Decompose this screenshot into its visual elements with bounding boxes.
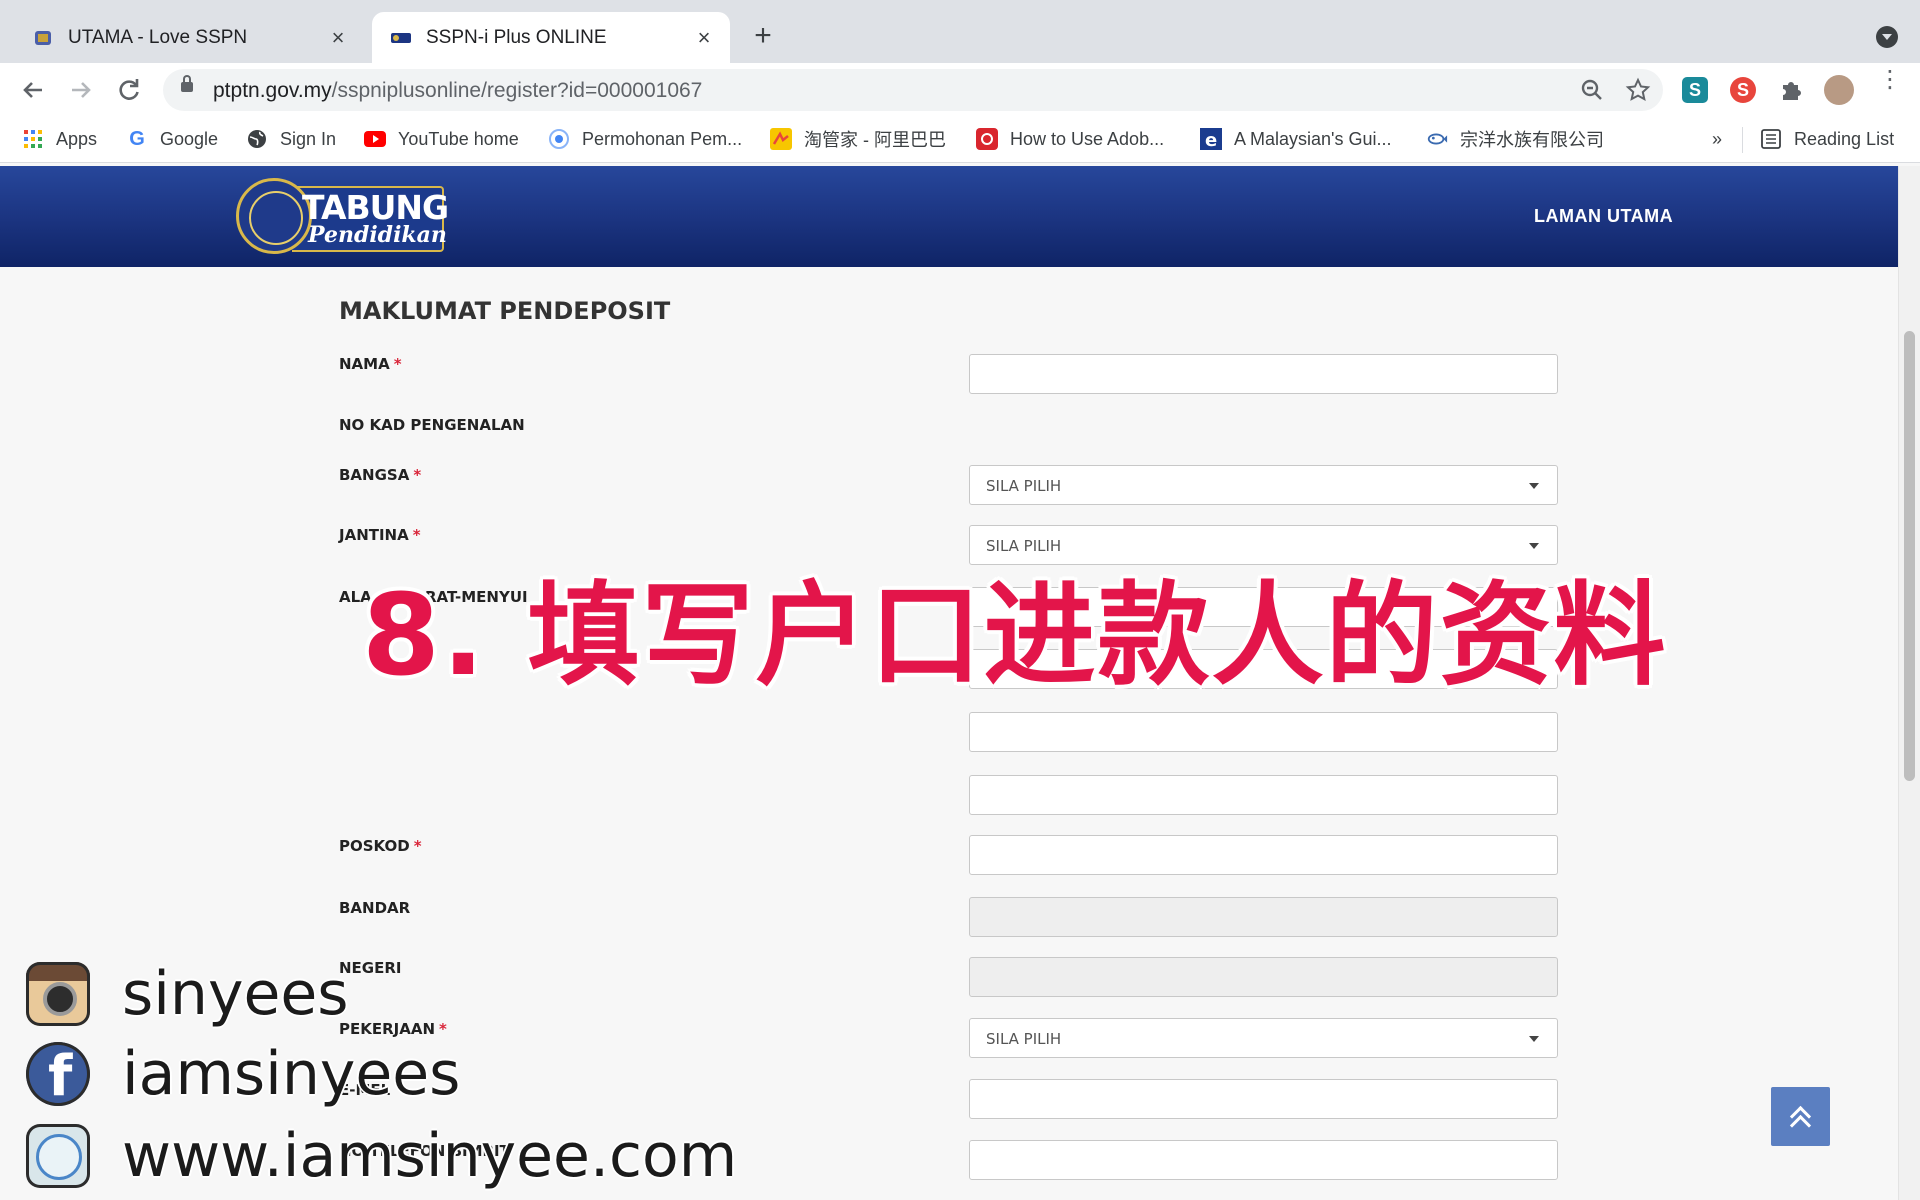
section-title: MAKLUMAT PENDEPOSIT (339, 297, 671, 325)
scrollbar-thumb[interactable] (1904, 331, 1915, 781)
label-jantina: JANTINA * (339, 526, 421, 544)
back-icon[interactable] (18, 75, 48, 105)
label-pekerjaan: PEKERJAAN * (339, 1020, 447, 1038)
bookmarks-divider (1742, 127, 1743, 153)
tabung-pendidikan-logo[interactable]: TABUNG Pendidikan (236, 178, 449, 256)
alamat-line4-input[interactable] (969, 775, 1558, 815)
social-facebook: iamsinyees (26, 1039, 460, 1109)
tab-sspn-i-plus-online[interactable]: SSPN-i Plus ONLINE × (372, 12, 730, 63)
bookmark-label: Google (160, 128, 219, 149)
tab-title: UTAMA - Love SSPN (68, 26, 248, 48)
new-tab-button[interactable]: + (748, 21, 778, 52)
emel-input[interactable] (969, 1079, 1558, 1119)
label-no-kad-pengenalan: NO KAD PENGENALAN (339, 416, 525, 434)
adobe-icon (976, 128, 998, 150)
page-scrollbar[interactable] (1898, 166, 1920, 1200)
e-icon: e (1200, 128, 1222, 150)
browser-toolbar: ptptn.gov.my/sspniplusonline/register?id… (0, 63, 1920, 117)
taoguanjia-icon (770, 128, 792, 150)
tab-title: SSPN-i Plus ONLINE (426, 26, 607, 48)
chevron-down-icon (1529, 483, 1539, 489)
bookmark-aquarium[interactable]: 宗洋水族有限公司 (1426, 126, 1604, 152)
safari-icon (26, 1124, 90, 1188)
bookmark-label: Permohonan Pem... (582, 128, 743, 149)
s-extension-icon[interactable]: S (1682, 77, 1708, 103)
bookmark-google[interactable]: G Google (126, 126, 218, 152)
reading-list-icon (1760, 128, 1782, 150)
ptptn-favicon-icon (390, 27, 412, 49)
bookmarks-bar: Apps G Google Sign In YouTube home Permo… (0, 117, 1920, 163)
fish-icon (1426, 128, 1448, 150)
zoom-icon[interactable] (1579, 77, 1605, 103)
google-icon: G (129, 127, 145, 150)
lock-icon[interactable] (181, 75, 193, 92)
bookmark-youtube[interactable]: YouTube home (364, 126, 519, 152)
tab-search-icon[interactable] (1876, 26, 1898, 48)
label-nama: NAMA * (339, 355, 402, 373)
back-to-top-button[interactable] (1771, 1087, 1830, 1146)
address-bar[interactable]: ptptn.gov.my/sspniplusonline/register?id… (163, 69, 1663, 111)
negeri-input (969, 957, 1558, 997)
ptptn-seal-icon (236, 178, 312, 254)
bookmark-star-icon[interactable] (1625, 77, 1651, 103)
nama-input[interactable] (969, 354, 1558, 394)
site-header: TABUNG Pendidikan LAMAN UTAMA (0, 166, 1898, 267)
svg-text:e: e (1205, 130, 1217, 150)
bookmark-label: YouTube home (398, 128, 519, 149)
sspn-favicon-icon (32, 27, 54, 49)
bookmark-label: A Malaysian's Gui... (1234, 128, 1392, 149)
url-text: ptptn.gov.my/sspniplusonline/register?id… (213, 79, 703, 102)
label-bandar: BANDAR (339, 899, 411, 917)
bookmark-sign-in[interactable]: Sign In (246, 126, 336, 152)
facebook-icon (26, 1042, 90, 1109)
bookmark-permohonan[interactable]: Permohonan Pem... (548, 126, 742, 152)
bookmark-label: 淘管家 - 阿里巴巴 (804, 130, 946, 150)
reading-list-button[interactable]: Reading List (1760, 126, 1894, 152)
forward-icon[interactable] (66, 75, 96, 105)
reload-icon[interactable] (114, 75, 144, 105)
bookmark-label: Apps (56, 128, 98, 149)
bangsa-select[interactable]: SILA PILIH (969, 465, 1558, 505)
logo-word-pendidikan: Pendidikan (308, 222, 447, 248)
apps-grid-icon (22, 128, 44, 150)
bandar-input (969, 897, 1558, 937)
step-caption-overlay: 8. 填写户口进款人的资料 (362, 571, 1668, 701)
youtube-icon (364, 128, 386, 150)
tab-bar: UTAMA - Love SSPN × SSPN-i Plus ONLINE ×… (0, 0, 1920, 63)
social-handle: iamsinyees (122, 1039, 461, 1109)
nav-laman-utama[interactable]: LAMAN UTAMA (1534, 206, 1673, 227)
profile-avatar[interactable] (1824, 75, 1854, 105)
social-website: www.iamsinyee.com (26, 1121, 737, 1191)
s-red-extension-icon[interactable]: S (1730, 77, 1756, 103)
alamat-line3-input[interactable] (969, 712, 1558, 752)
social-instagram: sinyees (26, 959, 349, 1029)
label-bangsa: BANGSA * (339, 466, 422, 484)
close-tab-icon[interactable]: × (324, 24, 352, 52)
reading-list-label: Reading List (1794, 128, 1895, 149)
social-handle: www.iamsinyee.com (122, 1121, 738, 1191)
pekerjaan-select[interactable]: SILA PILIH (969, 1018, 1558, 1058)
more-bookmarks-icon[interactable]: » (1712, 129, 1722, 150)
browser-menu-icon[interactable]: ⋮ (1878, 68, 1902, 92)
tab-utama-love-sspn[interactable]: UTAMA - Love SSPN × (14, 12, 364, 63)
bookmark-label: Sign In (280, 128, 337, 149)
globe-icon (246, 128, 268, 150)
instagram-icon (26, 962, 90, 1026)
bookmark-alibaba[interactable]: 淘管家 - 阿里巴巴 (770, 126, 946, 152)
chevron-down-icon (1529, 1036, 1539, 1042)
telefon-input[interactable] (969, 1140, 1558, 1180)
bookmark-apps[interactable]: Apps (22, 126, 97, 152)
social-handle: sinyees (122, 959, 349, 1029)
bookmark-adobe[interactable]: How to Use Adob... (976, 126, 1164, 152)
select-value: SILA PILIH (986, 477, 1062, 495)
label-poskod: POSKOD * (339, 837, 422, 855)
circle-dot-icon (548, 128, 570, 150)
bookmark-malaysian-guide[interactable]: e A Malaysian's Gui... (1200, 126, 1392, 152)
close-tab-icon[interactable]: × (690, 24, 718, 52)
poskod-input[interactable] (969, 835, 1558, 875)
extensions-puzzle-icon[interactable] (1778, 77, 1804, 103)
bookmark-label: 宗洋水族有限公司 (1460, 130, 1604, 150)
select-value: SILA PILIH (986, 1030, 1062, 1048)
bookmark-label: How to Use Adob... (1010, 128, 1165, 149)
